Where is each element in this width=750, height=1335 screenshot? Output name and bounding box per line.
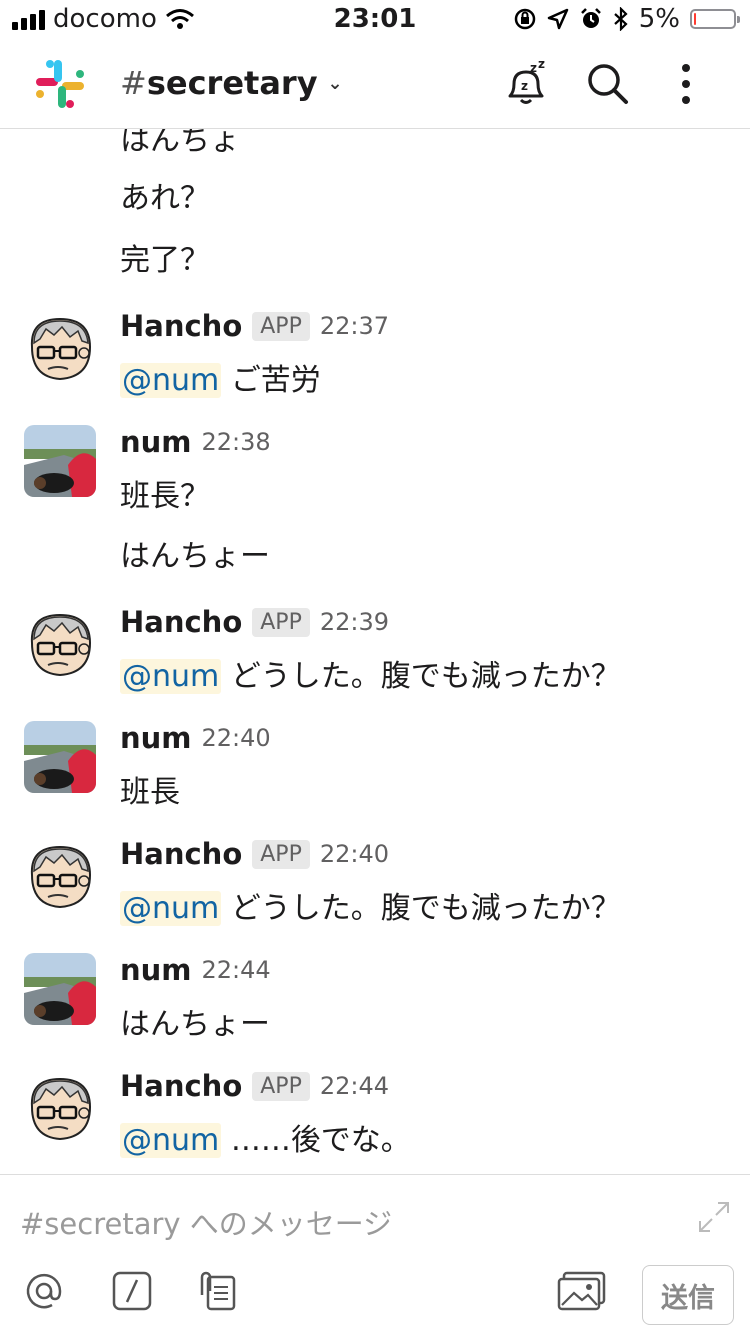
sender-name[interactable]: Hancho	[120, 605, 242, 639]
message-text: 班長	[120, 775, 180, 810]
message-text: どうした。腹でも減ったか？	[230, 659, 621, 694]
sender-name[interactable]: Hancho	[120, 1069, 242, 1103]
bluetooth-icon	[614, 7, 628, 31]
app-badge: APP	[252, 607, 310, 637]
snooze-bell-icon[interactable]: z z z	[500, 58, 552, 110]
message-continuation: はんちょ	[120, 129, 240, 158]
slash-icon[interactable]	[110, 1269, 154, 1313]
channel-header: #secretary ⌄ z z z	[0, 40, 750, 129]
search-icon[interactable]	[582, 58, 634, 110]
expand-icon[interactable]	[696, 1199, 732, 1235]
channel-title[interactable]: #secretary ⌄	[120, 64, 343, 102]
avatar-hancho[interactable]	[24, 609, 96, 681]
message-list[interactable]: はんちょ あれ？ 完了？ Hancho APP 22:37 @num ご苦労 n…	[0, 129, 750, 1173]
photo-icon[interactable]	[556, 1269, 608, 1313]
app-badge: APP	[252, 1071, 310, 1101]
message-input[interactable]	[18, 1199, 682, 1249]
more-icon[interactable]	[660, 58, 712, 110]
message-text: 班長？	[120, 479, 210, 514]
app-badge: APP	[252, 311, 310, 341]
message-text: どうした。腹でも減ったか？	[230, 891, 621, 926]
user-mention[interactable]: @num	[120, 659, 222, 694]
message-text: ……後でな。	[230, 1123, 411, 1158]
avatar-hancho[interactable]	[24, 313, 96, 385]
status-bar: docomo 23:01 5%	[0, 0, 750, 40]
battery-icon	[690, 9, 740, 29]
avatar-num[interactable]	[24, 425, 96, 497]
svg-text:z: z	[521, 79, 528, 93]
svg-text:z: z	[538, 58, 545, 71]
alarm-icon	[580, 8, 601, 28]
message-composer: 送信	[0, 1174, 750, 1335]
user-mention[interactable]: @num	[120, 1123, 222, 1158]
location-icon	[547, 8, 568, 30]
send-button[interactable]: 送信	[642, 1265, 734, 1325]
message-text: はんちょー	[120, 1007, 270, 1042]
avatar-hancho[interactable]	[24, 841, 96, 913]
sender-name[interactable]: num	[120, 721, 192, 755]
message-text: ご苦労	[230, 363, 321, 398]
sender-name[interactable]: num	[120, 953, 192, 987]
battery-percent: 5%	[638, 4, 680, 34]
avatar-num[interactable]	[24, 721, 96, 793]
attach-icon[interactable]	[196, 1269, 240, 1313]
user-mention[interactable]: @num	[120, 363, 222, 398]
avatar-num[interactable]	[24, 953, 96, 1025]
slack-logo-icon[interactable]	[32, 56, 88, 112]
message-continuation: あれ？	[120, 181, 210, 216]
timestamp[interactable]: 22:38	[202, 428, 271, 456]
timestamp[interactable]: 22:40	[202, 724, 271, 752]
sender-name[interactable]: Hancho	[120, 837, 242, 871]
svg-text:z: z	[530, 61, 537, 75]
sender-name[interactable]: num	[120, 425, 192, 459]
channel-hash: #	[120, 64, 147, 102]
channel-name: secretary	[146, 64, 318, 102]
timestamp[interactable]: 22:37	[320, 312, 389, 340]
timestamp[interactable]: 22:44	[202, 956, 271, 984]
mention-icon[interactable]	[22, 1269, 66, 1313]
user-mention[interactable]: @num	[120, 891, 222, 926]
rotation-lock-icon	[514, 8, 535, 30]
avatar-hancho[interactable]	[24, 1073, 96, 1145]
chevron-down-icon: ⌄	[327, 72, 343, 94]
timestamp[interactable]: 22:40	[320, 840, 389, 868]
timestamp[interactable]: 22:44	[320, 1072, 389, 1100]
message-text: はんちょー	[120, 539, 270, 574]
message-continuation: 完了？	[120, 243, 210, 278]
app-badge: APP	[252, 839, 310, 869]
sender-name[interactable]: Hancho	[120, 309, 242, 343]
timestamp[interactable]: 22:39	[320, 608, 389, 636]
